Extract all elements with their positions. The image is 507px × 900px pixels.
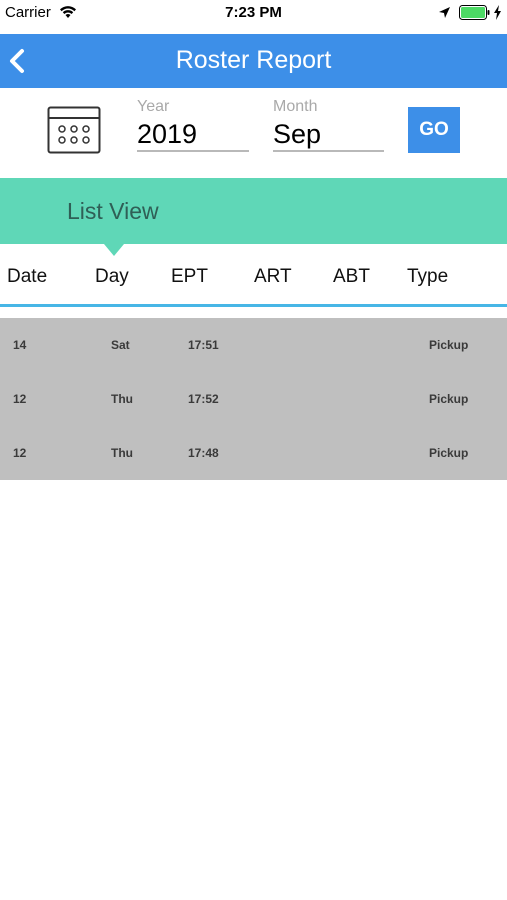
cell-date: 14 — [13, 338, 27, 352]
header-divider — [0, 304, 507, 307]
column-header-abt: ABT — [333, 266, 370, 287]
clock: 7:23 PM — [225, 4, 282, 21]
cell-ept: 17:52 — [188, 392, 219, 406]
cell-ept: 17:48 — [188, 446, 219, 460]
table-header: Date Day EPT ART ABT Type — [0, 256, 507, 296]
year-label: Year — [137, 98, 170, 115]
list-view-title: List View — [67, 198, 159, 224]
table-body: 14 Sat 17:51 Pickup 12 Thu 17:52 Pickup … — [0, 318, 507, 480]
cell-ept: 17:51 — [188, 338, 219, 352]
location-arrow-icon — [439, 7, 450, 18]
go-button[interactable]: GO — [408, 107, 460, 153]
cell-type: Pickup — [429, 446, 469, 460]
month-label: Month — [273, 98, 318, 115]
month-field: Month — [273, 98, 384, 152]
nav-bar: Roster Report — [0, 34, 507, 88]
column-header-day: Day — [95, 266, 129, 287]
cell-date: 12 — [13, 446, 27, 460]
table-row[interactable]: 12 Thu 17:48 Pickup — [0, 426, 507, 480]
filter-row: Year Month GO — [0, 88, 507, 178]
table-row[interactable]: 14 Sat 17:51 Pickup — [0, 318, 507, 372]
banner-pointer — [104, 244, 124, 256]
month-underline — [273, 150, 384, 152]
battery-icon — [459, 5, 490, 20]
column-header-art: ART — [254, 266, 292, 287]
page-title: Roster Report — [175, 46, 332, 74]
list-view-banner: List View — [0, 178, 507, 244]
month-input[interactable] — [273, 118, 384, 150]
year-underline — [137, 150, 249, 152]
cell-day: Thu — [111, 446, 133, 460]
year-field: Year — [137, 98, 249, 152]
year-input[interactable] — [137, 118, 249, 150]
calendar-icon[interactable] — [47, 106, 101, 154]
column-header-date: Date — [7, 266, 48, 287]
table-row[interactable]: 12 Thu 17:52 Pickup — [0, 372, 507, 426]
cell-day: Thu — [111, 392, 133, 406]
cell-day: Sat — [111, 338, 130, 352]
column-header-type: Type — [407, 266, 449, 287]
cell-type: Pickup — [429, 392, 469, 406]
cell-type: Pickup — [429, 338, 469, 352]
charging-bolt-icon — [494, 5, 501, 20]
status-bar: Carrier 7:23 PM — [0, 0, 507, 27]
cell-date: 12 — [13, 392, 27, 406]
column-header-ept: EPT — [171, 266, 208, 287]
